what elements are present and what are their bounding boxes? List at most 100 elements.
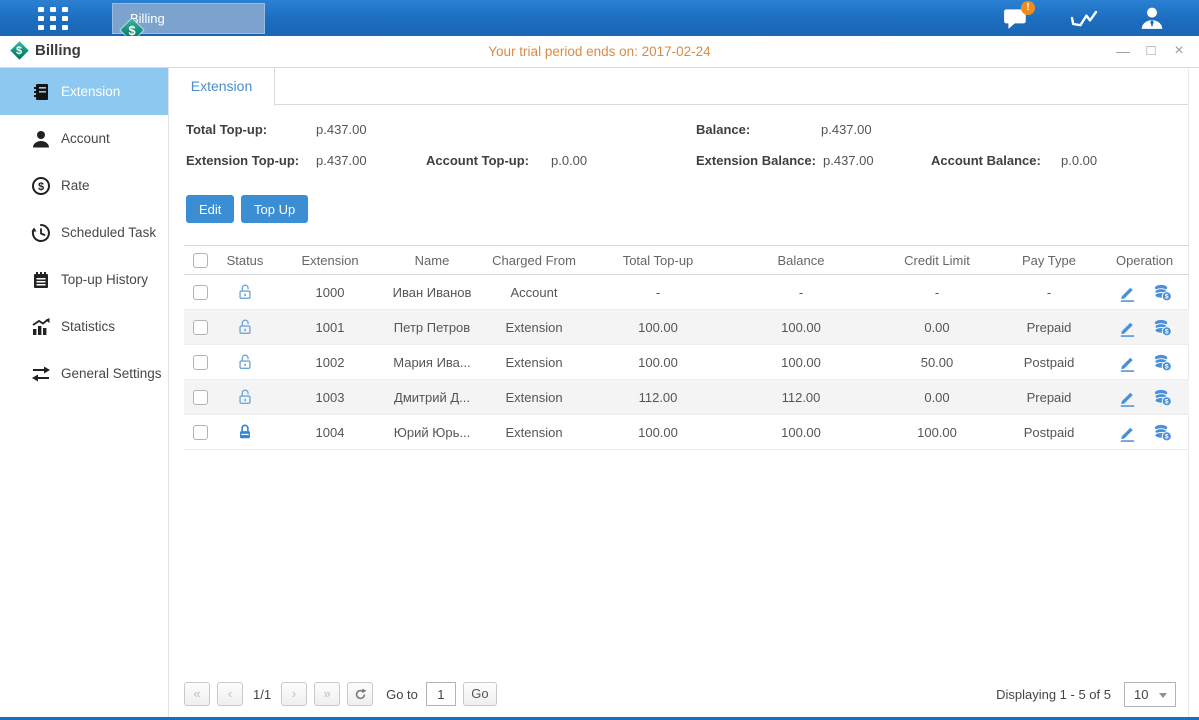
rate-dollar-icon: $ xyxy=(31,176,51,196)
extension-cell: 1001 xyxy=(274,320,386,335)
svg-text:$: $ xyxy=(1164,433,1168,440)
sidebar: Extension Account $ Rate Schedule xyxy=(0,68,168,717)
sidebar-item-general-settings[interactable]: General Settings xyxy=(0,350,168,397)
col-operation: Operation xyxy=(1100,253,1189,268)
status-cell xyxy=(216,423,274,441)
goto-label: Go to xyxy=(386,687,418,702)
topup-coins-icon[interactable]: $ xyxy=(1153,388,1172,407)
sidebar-item-label: Top-up History xyxy=(61,272,148,287)
charged-from-cell: Extension xyxy=(478,425,590,440)
credit-limit-cell: - xyxy=(876,285,998,300)
credit-limit-cell: 100.00 xyxy=(876,425,998,440)
goto-page-input[interactable] xyxy=(426,682,456,706)
table-row: 1003 Дмитрий Д... Extension 112.00 112.0… xyxy=(184,380,1189,415)
table-row: 1000 Иван Иванов Account - - - - $ xyxy=(184,275,1189,310)
account-person-icon xyxy=(31,129,51,149)
total-topup-value: p.437.00 xyxy=(316,122,367,137)
balance-cell: - xyxy=(726,285,876,300)
extension-cell: 1004 xyxy=(274,425,386,440)
edit-pencil-icon[interactable] xyxy=(1118,423,1137,442)
edit-button[interactable]: Edit xyxy=(186,195,234,223)
minimize-icon[interactable]: — xyxy=(1115,42,1131,60)
extension-topup-value: p.437.00 xyxy=(316,153,367,168)
message-icon[interactable]: ! xyxy=(999,4,1033,32)
account-balance-value: p.0.00 xyxy=(1061,153,1097,168)
name-cell: Юрий Юрь... xyxy=(386,425,478,440)
charged-from-cell: Extension xyxy=(478,390,590,405)
taskbar-tab-billing[interactable]: $ Billing xyxy=(112,3,265,34)
edit-pencil-icon[interactable] xyxy=(1118,353,1137,372)
edit-pencil-icon[interactable] xyxy=(1118,318,1137,337)
charged-from-cell: Extension xyxy=(478,355,590,370)
credit-limit-cell: 0.00 xyxy=(876,390,998,405)
tab-extension[interactable]: Extension xyxy=(169,68,275,106)
col-balance: Balance xyxy=(726,253,876,268)
top-up-button[interactable]: Top Up xyxy=(241,195,308,223)
unlocked-icon xyxy=(236,353,254,371)
svg-text:$: $ xyxy=(1164,363,1168,370)
col-credit-limit: Credit Limit xyxy=(876,253,998,268)
topup-coins-icon[interactable]: $ xyxy=(1153,423,1172,442)
chevron-down-icon xyxy=(1159,693,1167,698)
sidebar-item-scheduled-task[interactable]: Scheduled Task xyxy=(0,209,168,256)
name-cell: Иван Иванов xyxy=(386,285,478,300)
topup-coins-icon[interactable]: $ xyxy=(1153,283,1172,302)
name-cell: Мария Ива... xyxy=(386,355,478,370)
topup-coins-icon[interactable]: $ xyxy=(1153,353,1172,372)
pay-type-cell: Prepaid xyxy=(998,390,1100,405)
edit-pencil-icon[interactable] xyxy=(1118,283,1137,302)
locked-icon xyxy=(236,423,254,441)
svg-text:$: $ xyxy=(1164,293,1168,300)
sidebar-item-account[interactable]: Account xyxy=(0,115,168,162)
total-topup-cell: 100.00 xyxy=(590,425,726,440)
total-topup-cell: 100.00 xyxy=(590,355,726,370)
total-topup-label: Total Top-up: xyxy=(186,122,267,137)
last-page-icon[interactable]: » xyxy=(314,682,340,706)
row-checkbox[interactable] xyxy=(193,320,208,335)
table-header-row: Status Extension Name Charged From Total… xyxy=(184,245,1189,275)
extension-ledger-icon xyxy=(31,82,51,102)
account-topup-value: p.0.00 xyxy=(551,153,587,168)
row-checkbox[interactable] xyxy=(193,285,208,300)
prev-page-icon[interactable]: ‹ xyxy=(217,682,243,706)
topup-coins-icon[interactable]: $ xyxy=(1153,318,1172,337)
maximize-icon[interactable]: □ xyxy=(1143,42,1159,60)
balance-cell: 100.00 xyxy=(726,320,876,335)
name-cell: Дмитрий Д... xyxy=(386,390,478,405)
total-topup-cell: 100.00 xyxy=(590,320,726,335)
table-row: 1002 Мария Ива... Extension 100.00 100.0… xyxy=(184,345,1189,380)
taskbar: $ Billing ! xyxy=(0,0,1199,36)
row-checkbox[interactable] xyxy=(193,355,208,370)
sidebar-item-statistics[interactable]: Statistics xyxy=(0,303,168,350)
page-size-dropdown[interactable]: 10 xyxy=(1124,682,1176,707)
resource-monitor-icon[interactable] xyxy=(1067,4,1101,32)
next-page-icon[interactable]: › xyxy=(281,682,307,706)
close-icon[interactable]: × xyxy=(1171,42,1187,60)
balance-cell: 112.00 xyxy=(726,390,876,405)
page-indicator: 1/1 xyxy=(253,687,271,702)
row-checkbox[interactable] xyxy=(193,425,208,440)
app-grid-icon[interactable] xyxy=(38,7,68,30)
pagination-bar: « ‹ 1/1 › » Go to Go Displaying 1 - 5 of… xyxy=(184,681,1176,707)
extension-topup-label: Extension Top-up: xyxy=(186,153,299,168)
table-row: 1004 Юрий Юрь... Extension 100.00 100.00… xyxy=(184,415,1189,450)
sidebar-item-topup-history[interactable]: Top-up History xyxy=(0,256,168,303)
topup-history-notepad-icon xyxy=(31,270,51,290)
go-button[interactable]: Go xyxy=(463,682,497,706)
total-topup-cell: - xyxy=(590,285,726,300)
main-panel: Extension Total Top-up: p.437.00 Balance… xyxy=(168,68,1189,717)
user-icon[interactable] xyxy=(1135,4,1169,32)
balance-cell: 100.00 xyxy=(726,425,876,440)
sidebar-item-extension[interactable]: Extension xyxy=(0,68,168,115)
extension-balance-label: Extension Balance: xyxy=(696,153,816,168)
row-checkbox[interactable] xyxy=(193,390,208,405)
sidebar-item-label: Rate xyxy=(61,178,90,193)
select-all-checkbox[interactable] xyxy=(193,253,208,268)
sidebar-item-rate[interactable]: $ Rate xyxy=(0,162,168,209)
edit-pencil-icon[interactable] xyxy=(1118,388,1137,407)
billing-summary: Total Top-up: p.437.00 Balance: p.437.00… xyxy=(169,118,1188,190)
first-page-icon[interactable]: « xyxy=(184,682,210,706)
status-cell xyxy=(216,283,274,301)
tab-bar: Extension xyxy=(169,68,1188,105)
refresh-icon[interactable] xyxy=(347,682,373,706)
